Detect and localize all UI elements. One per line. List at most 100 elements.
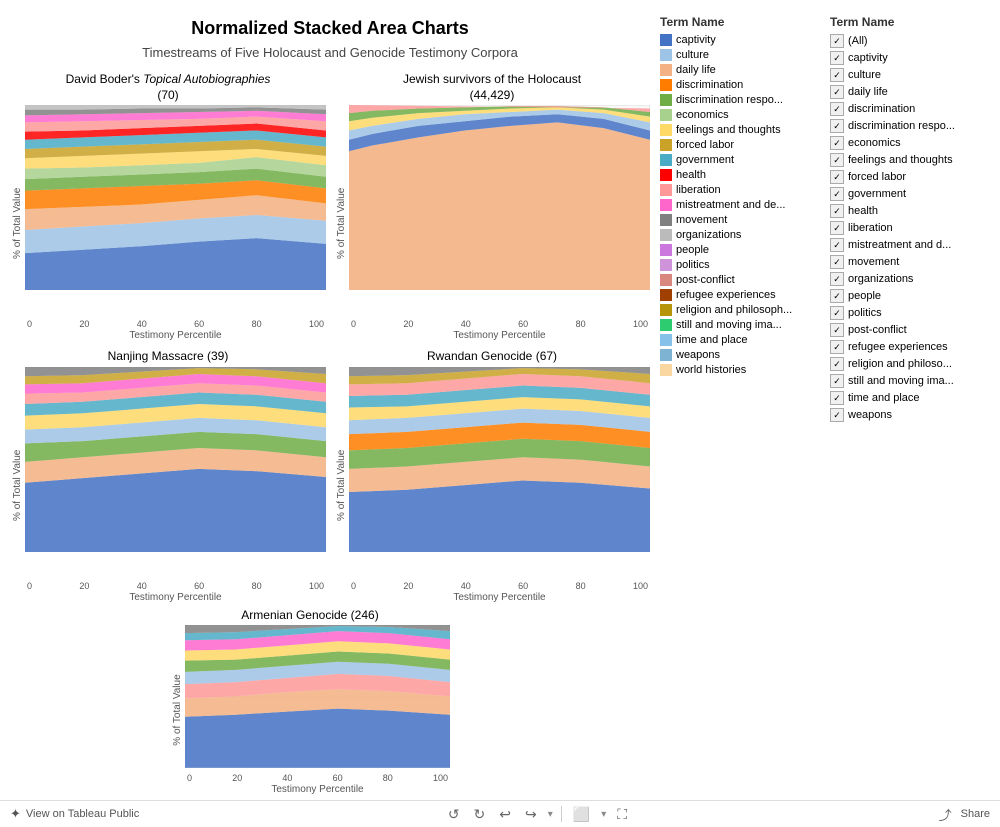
chart2-x-label: Testimony Percentile — [349, 330, 650, 341]
legend-check-daily-life[interactable]: ✓ daily life — [830, 85, 995, 99]
legend-check-mistreatment[interactable]: ✓ mistreatment and d... — [830, 238, 995, 252]
forward-button[interactable]: ↪ — [522, 805, 540, 824]
legend-item-health[interactable]: health — [660, 169, 825, 181]
tableau-link[interactable]: ✦ View on Tableau Public — [10, 806, 139, 822]
page-title: Normalized Stacked Area Charts — [10, 18, 650, 39]
chart2-y-label: % of Total Value — [334, 105, 349, 341]
legend-check-government[interactable]: ✓ government — [830, 187, 995, 201]
legend-check-economics[interactable]: ✓ economics — [830, 136, 995, 150]
legend-item-daily-life[interactable]: daily life — [660, 64, 825, 76]
chart-david-boder: David Boder's Topical Autobiographies(70… — [10, 72, 326, 341]
legend-right-title: Term Name — [830, 15, 995, 29]
legend-right: Term Name ✓ (All) ✓ captivity ✓ culture … — [825, 15, 995, 795]
share-button[interactable]: Share — [961, 808, 990, 820]
chart1-svg: 100% 50% 0% — [25, 105, 326, 290]
legend-item-weapons[interactable]: weapons — [660, 349, 825, 361]
legend-item-post-conflict[interactable]: post-conflict — [660, 274, 825, 286]
chart4-y-label: % of Total Value — [334, 367, 349, 603]
legend-left-title: Term Name — [660, 15, 825, 29]
chart5-y-label: % of Total Value — [170, 625, 185, 795]
share-icon: ⤴ — [936, 804, 955, 825]
chart5-label: Armenian Genocide (246) — [170, 608, 450, 624]
legend-check-refugee[interactable]: ✓ refugee experiences — [830, 340, 995, 354]
legend-item-politics[interactable]: politics — [660, 259, 825, 271]
chart3-x-ticks: 020406080100 — [25, 581, 326, 591]
chart3-label: Nanjing Massacre (39) — [10, 349, 326, 365]
present-dropdown[interactable]: ▾ — [601, 809, 606, 820]
legend-item-people[interactable]: people — [660, 244, 825, 256]
back-button[interactable]: ↩ — [496, 805, 514, 824]
legend-item-government[interactable]: government — [660, 154, 825, 166]
tableau-label[interactable]: View on Tableau Public — [26, 808, 139, 820]
chart4-x-ticks: 020406080100 — [349, 581, 650, 591]
legend-check-time-place[interactable]: ✓ time and place — [830, 391, 995, 405]
chart5-svg — [185, 625, 450, 768]
present-button[interactable]: ⬜ — [570, 805, 593, 824]
chart5-x-label: Testimony Percentile — [185, 784, 450, 795]
chart4-svg — [349, 367, 650, 552]
legend-panel: Term Name captivity culture daily life d… — [655, 0, 1000, 800]
chart3-x-label: Testimony Percentile — [25, 592, 326, 603]
chart4-label: Rwandan Genocide (67) — [334, 349, 650, 365]
page-subtitle: Timestreams of Five Holocaust and Genoci… — [10, 45, 650, 60]
legend-check-politics[interactable]: ✓ politics — [830, 306, 995, 320]
chart2-svg — [349, 105, 650, 290]
chart-rwandan: Rwandan Genocide (67) % of Total Value — [334, 349, 650, 603]
chart5-x-ticks: 020406080100 — [185, 773, 450, 783]
legend-check-culture[interactable]: ✓ culture — [830, 68, 995, 82]
legend-check-people[interactable]: ✓ people — [830, 289, 995, 303]
chart1-label: David Boder's Topical Autobiographies(70… — [10, 72, 326, 103]
legend-check-feelings[interactable]: ✓ feelings and thoughts — [830, 153, 995, 167]
legend-check-organizations[interactable]: ✓ organizations — [830, 272, 995, 286]
redo-button[interactable]: ↻ — [471, 805, 489, 824]
legend-item-time-place[interactable]: time and place — [660, 334, 825, 346]
toolbar-center: ↺ ↻ ↩ ↪ ▾ ⬜ ▾ ⛶ — [445, 805, 630, 824]
share-area: ⤴ Share — [936, 804, 990, 825]
legend-item-liberation[interactable]: liberation — [660, 184, 825, 196]
legend-item-economics[interactable]: economics — [660, 109, 825, 121]
chart-nanjing: Nanjing Massacre (39) % of Total Value — [10, 349, 326, 603]
legend-check-health[interactable]: ✓ health — [830, 204, 995, 218]
legend-item-discrimination[interactable]: discrimination — [660, 79, 825, 91]
chart-jewish-survivors: Jewish survivors of the Holocaust(44,429… — [334, 72, 650, 341]
chart3-y-label: % of Total Value — [10, 367, 25, 603]
legend-item-discrimination-respo[interactable]: discrimination respo... — [660, 94, 825, 106]
legend-item-world-histories[interactable]: world histories — [660, 364, 825, 376]
legend-item-captivity[interactable]: captivity — [660, 34, 825, 46]
legend-item-religion[interactable]: religion and philosoph... — [660, 304, 825, 316]
legend-item-movement[interactable]: movement — [660, 214, 825, 226]
legend-item-feelings[interactable]: feelings and thoughts — [660, 124, 825, 136]
legend-left: Term Name captivity culture daily life d… — [660, 15, 825, 795]
chart3-svg — [25, 367, 326, 552]
tableau-icon: ✦ — [10, 806, 21, 822]
legend-check-still-moving[interactable]: ✓ still and moving ima... — [830, 374, 995, 388]
legend-check-weapons[interactable]: ✓ weapons — [830, 408, 995, 422]
legend-check-discrimination-respo[interactable]: ✓ discrimination respo... — [830, 119, 995, 133]
legend-item-still-moving[interactable]: still and moving ima... — [660, 319, 825, 331]
legend-check-movement[interactable]: ✓ movement — [830, 255, 995, 269]
fullscreen-button[interactable]: ⛶ — [614, 805, 630, 824]
chart1-x-ticks: 020406080100 — [25, 319, 326, 329]
chart4-x-label: Testimony Percentile — [349, 592, 650, 603]
legend-check-forced-labor[interactable]: ✓ forced labor — [830, 170, 995, 184]
legend-item-forced-labor[interactable]: forced labor — [660, 139, 825, 151]
legend-item-refugee[interactable]: refugee experiences — [660, 289, 825, 301]
legend-check-post-conflict[interactable]: ✓ post-conflict — [830, 323, 995, 337]
legend-check-captivity[interactable]: ✓ captivity — [830, 51, 995, 65]
legend-check-discrimination[interactable]: ✓ discrimination — [830, 102, 995, 116]
undo-button[interactable]: ↺ — [445, 805, 463, 824]
chart2-x-ticks: 020406080100 — [349, 319, 650, 329]
legend-check-religion[interactable]: ✓ religion and philoso... — [830, 357, 995, 371]
toolbar-divider — [561, 806, 562, 822]
chart1-y-label: % of Total Value — [10, 105, 25, 341]
legend-check-liberation[interactable]: ✓ liberation — [830, 221, 995, 235]
legend-item-culture[interactable]: culture — [660, 49, 825, 61]
chart1-x-label: Testimony Percentile — [25, 330, 326, 341]
chart2-label: Jewish survivors of the Holocaust(44,429… — [334, 72, 650, 103]
chart-armenian: Armenian Genocide (246) % of Total Value — [170, 608, 450, 795]
forward-dropdown[interactable]: ▾ — [548, 809, 553, 820]
bottom-toolbar: ✦ View on Tableau Public ↺ ↻ ↩ ↪ ▾ ⬜ ▾ ⛶… — [0, 800, 1000, 827]
legend-item-organizations[interactable]: organizations — [660, 229, 825, 241]
legend-check-all[interactable]: ✓ (All) — [830, 34, 995, 48]
legend-item-mistreatment[interactable]: mistreatment and de... — [660, 199, 825, 211]
